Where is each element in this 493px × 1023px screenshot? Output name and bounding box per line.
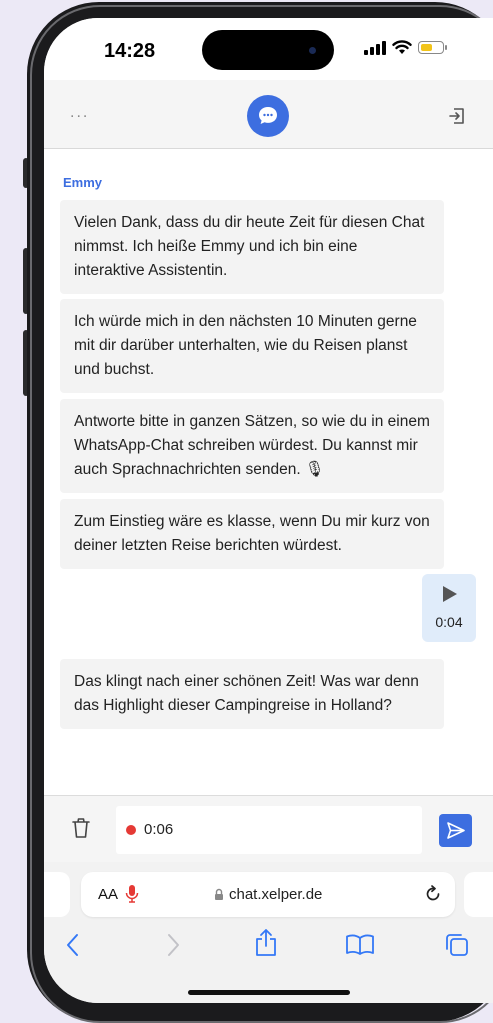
reload-icon[interactable] xyxy=(423,884,443,904)
phone-screen: 14:28 ... Emmy Vielen Dank, dass du dir … xyxy=(44,18,493,1003)
camera-dot xyxy=(309,47,316,54)
chat-area[interactable]: Emmy Vielen Dank, dass du dir heute Zeit… xyxy=(44,149,493,795)
message-bubble: Antworte bitte in ganzen Sätzen, so wie … xyxy=(60,399,444,493)
input-bar: 0:06 xyxy=(44,795,493,863)
cellular-signal-icon xyxy=(364,40,386,55)
message-bubble: Vielen Dank, dass du dir heute Zeit für … xyxy=(60,200,444,294)
browser-toolbar: AA chat.xelper.de xyxy=(44,862,493,1003)
battery-icon xyxy=(418,41,447,54)
lock-icon xyxy=(215,888,223,900)
trash-icon[interactable] xyxy=(70,816,92,840)
address-bar[interactable]: AA chat.xelper.de xyxy=(81,872,455,917)
bookmarks-icon[interactable] xyxy=(345,932,375,958)
battery-level xyxy=(420,43,432,51)
tabs-icon[interactable] xyxy=(444,932,470,958)
back-icon[interactable] xyxy=(64,932,84,958)
play-icon[interactable] xyxy=(443,586,457,602)
recording-indicator-icon xyxy=(126,825,136,835)
next-tab-preview[interactable] xyxy=(464,872,493,917)
share-icon[interactable] xyxy=(253,928,279,958)
reader-settings-button[interactable]: AA xyxy=(98,886,118,903)
status-icons xyxy=(364,40,447,55)
voice-message-duration: 0:04 xyxy=(435,614,463,630)
wifi-icon xyxy=(392,40,412,54)
recording-field[interactable]: 0:06 xyxy=(116,806,422,854)
more-menu-button[interactable]: ... xyxy=(70,105,89,121)
send-button[interactable] xyxy=(439,814,472,847)
send-icon xyxy=(447,822,465,839)
previous-tab-preview[interactable] xyxy=(44,872,70,917)
status-time: 14:28 xyxy=(104,40,156,62)
message-bubble: Das klingt nach einer schönen Zeit! Was … xyxy=(60,659,444,729)
exit-icon[interactable] xyxy=(446,105,468,127)
voice-message-bubble[interactable]: 0:04 xyxy=(422,574,476,642)
url-text: chat.xelper.de xyxy=(229,886,323,903)
message-bubble: Zum Einstieg wäre es klasse, wenn Du mir… xyxy=(60,499,444,569)
recording-time: 0:06 xyxy=(144,821,174,838)
dynamic-island xyxy=(202,30,334,70)
home-indicator[interactable] xyxy=(188,990,350,995)
forward-icon[interactable] xyxy=(162,932,182,958)
microphone-icon[interactable] xyxy=(125,884,139,904)
aa-label: AA xyxy=(98,886,119,903)
app-header: ... xyxy=(44,80,493,149)
message-bubble: Ich würde mich in den nächsten 10 Minute… xyxy=(60,299,444,393)
status-bar: 14:28 xyxy=(44,18,493,80)
chat-bubble-icon xyxy=(247,95,289,137)
sender-name: Emmy xyxy=(63,175,103,190)
